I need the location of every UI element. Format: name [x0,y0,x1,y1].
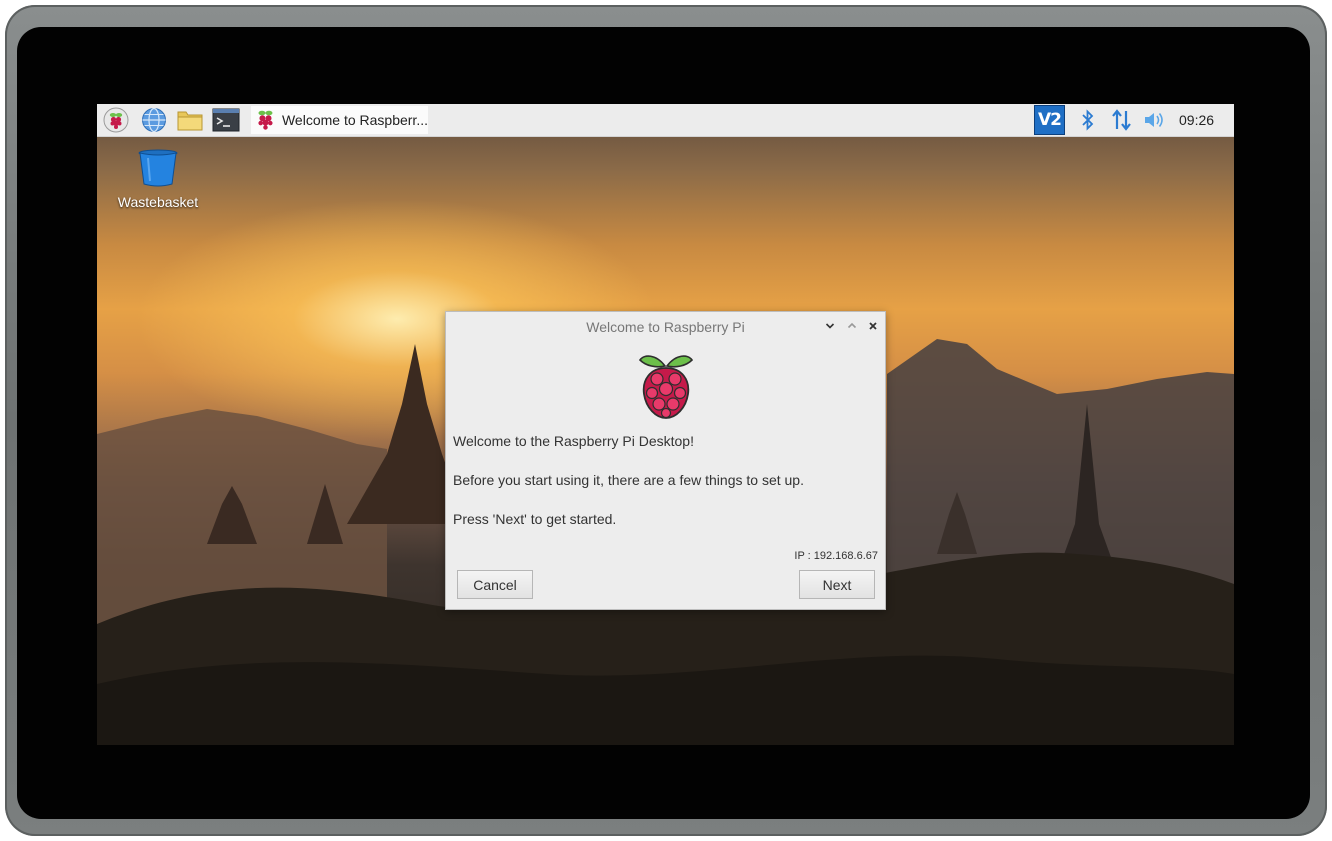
taskbar-clock[interactable]: 09:26 [1179,112,1214,128]
menu-button[interactable] [101,107,131,133]
close-icon [869,322,877,330]
dialog-welcome-text: Welcome to the Raspberry Pi Desktop! [453,433,694,449]
cancel-button[interactable]: Cancel [457,570,533,599]
ip-address-label: IP : 192.168.6.67 [794,550,878,562]
volume-button[interactable] [1143,108,1167,132]
taskbar-task-label: Welcome to Raspberr... [281,112,428,128]
chevron-down-icon [825,323,835,329]
maximize-button[interactable] [843,317,861,335]
chevron-up-icon [847,322,857,329]
bluetooth-icon [1082,109,1094,131]
web-browser-button[interactable] [139,107,169,133]
desktop-icon-wastebasket[interactable]: Wastebasket [103,148,213,210]
dialog-titlebar[interactable]: Welcome to Raspberry Pi [446,312,885,340]
file-manager-button[interactable] [175,107,205,133]
raspberry-pi-logo-icon [638,355,694,419]
close-button[interactable] [864,317,882,335]
terminal-icon [212,108,240,132]
next-button[interactable]: Next [799,570,875,599]
vnc-server-icon[interactable]: V2 [1034,105,1065,135]
web-browser-icon [142,107,166,133]
taskbar-task-welcome[interactable]: Welcome to Raspberr... [251,106,428,134]
raspberry-menu-icon [103,107,129,133]
minimize-button[interactable] [821,317,839,335]
taskbar: Welcome to Raspberr... V2 09:26 [97,104,1234,137]
dialog-instruction-text: Press 'Next' to get started. [453,511,617,527]
desktop-screen: Welcome to Raspberr... V2 09:26 Wastebas… [97,104,1234,745]
bluetooth-button[interactable] [1076,108,1100,132]
raspberry-icon [258,110,273,130]
dialog-setup-text: Before you start using it, there are a f… [453,472,804,488]
terminal-button[interactable] [211,107,241,133]
wastebasket-icon [138,149,178,187]
dialog-title: Welcome to Raspberry Pi [586,319,745,335]
network-arrows-icon [1112,109,1131,131]
network-button[interactable] [1110,108,1134,132]
desktop-icon-label: Wastebasket [117,194,199,210]
welcome-dialog: Welcome to Raspberry Pi Welcome to the R… [445,311,886,610]
volume-icon [1145,113,1163,127]
file-manager-icon [177,111,203,131]
